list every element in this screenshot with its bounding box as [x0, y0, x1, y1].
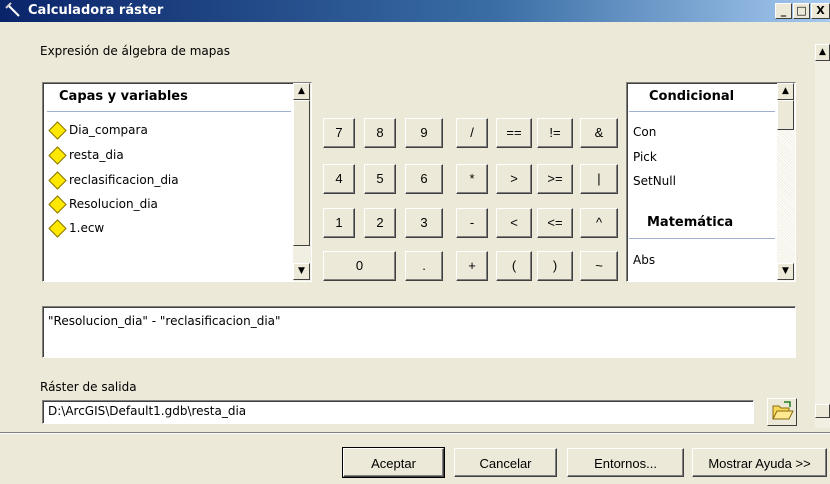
raster-layer-icon	[48, 121, 67, 140]
output-label: Ráster de salida	[40, 380, 137, 394]
list-item[interactable]: reclasificacion_dia	[48, 171, 249, 190]
close-button[interactable]: X	[811, 3, 830, 19]
math-divider	[629, 238, 775, 239]
scroll-up-icon[interactable]: ▲	[815, 44, 830, 61]
key-8[interactable]: 8	[364, 118, 396, 148]
key-plus[interactable]: +	[456, 251, 488, 281]
list-item[interactable]: Resolucion_dia	[48, 195, 249, 214]
layers-divider	[47, 111, 291, 112]
raster-layer-icon	[48, 146, 67, 165]
key-7[interactable]: 7	[323, 118, 355, 148]
cancel-button[interactable]: Cancelar	[454, 448, 557, 477]
key-equal[interactable]: ==	[496, 118, 532, 148]
expression-textarea[interactable]: "Resolucion_dia" - "reclasificacion_dia"	[42, 306, 796, 358]
functions-scroll-thumb[interactable]	[777, 100, 794, 130]
key-1[interactable]: 1	[323, 208, 355, 238]
key-greater-equal[interactable]: >=	[537, 164, 573, 194]
key-0[interactable]: 0	[323, 251, 396, 281]
scroll-down-icon[interactable]: ▼	[777, 263, 794, 280]
key-minus[interactable]: -	[456, 208, 488, 238]
list-item[interactable]: resta_dia	[48, 146, 249, 165]
functions-scrollbar[interactable]: ▲ ▼	[777, 83, 795, 281]
key-not[interactable]: ~	[580, 251, 618, 281]
key-3[interactable]: 3	[405, 208, 443, 238]
list-item[interactable]: SetNull	[633, 174, 676, 188]
layers-header: Capas y variables	[59, 89, 188, 104]
list-item[interactable]: 1.ecw	[48, 219, 249, 238]
conditional-header: Condicional	[649, 89, 735, 104]
scroll-down-icon[interactable]: ▼	[293, 263, 310, 280]
key-divide[interactable]: /	[456, 118, 488, 148]
window-title: Calculadora ráster	[28, 3, 164, 18]
key-and[interactable]: &	[580, 118, 618, 148]
key-decimal[interactable]: .	[405, 251, 443, 281]
key-2[interactable]: 2	[364, 208, 396, 238]
key-open-paren[interactable]: (	[496, 251, 532, 281]
show-help-button[interactable]: Mostrar Ayuda >>	[692, 448, 827, 477]
list-item[interactable]: Pick	[633, 150, 657, 164]
layers-scroll-thumb[interactable]	[293, 100, 310, 246]
layers-listbox[interactable]: Capas y variables Dia_compara resta_dia …	[42, 82, 312, 282]
accept-button[interactable]: Aceptar	[342, 447, 445, 478]
key-xor[interactable]: ^	[580, 208, 618, 238]
browse-folder-button[interactable]	[767, 398, 797, 426]
key-multiply[interactable]: *	[456, 164, 488, 194]
raster-layer-icon	[48, 195, 67, 214]
key-9[interactable]: 9	[405, 118, 443, 148]
conditional-divider	[629, 111, 775, 112]
expression-group-label: Expresión de álgebra de mapas	[40, 44, 231, 58]
list-item[interactable]: Con	[633, 125, 656, 139]
app-icon	[5, 2, 20, 17]
key-or[interactable]: |	[580, 164, 618, 194]
key-less-equal[interactable]: <=	[537, 208, 573, 238]
key-less[interactable]: <	[496, 208, 532, 238]
footer-separator	[0, 432, 830, 434]
maximize-button[interactable]: □	[793, 3, 810, 19]
functions-listbox[interactable]: Condicional Con Pick SetNull Matemática …	[626, 82, 796, 282]
key-greater[interactable]: >	[496, 164, 532, 194]
raster-layer-icon	[48, 171, 67, 190]
key-5[interactable]: 5	[364, 164, 396, 194]
key-4[interactable]: 4	[323, 164, 355, 194]
raster-layer-icon	[48, 219, 67, 238]
key-not-equal[interactable]: !=	[537, 118, 573, 148]
list-item[interactable]: Abs	[633, 253, 655, 267]
title-bar: Calculadora ráster _ □ X	[0, 0, 830, 22]
scroll-up-icon[interactable]: ▲	[777, 83, 794, 100]
dialog-scroll-thumb[interactable]	[815, 404, 830, 418]
key-6[interactable]: 6	[405, 164, 443, 194]
math-header: Matemática	[647, 215, 734, 230]
minimize-button[interactable]: _	[775, 3, 792, 19]
layers-scrollbar[interactable]: ▲ ▼	[293, 83, 311, 281]
environments-button[interactable]: Entornos...	[567, 448, 684, 477]
scroll-up-icon[interactable]: ▲	[293, 83, 310, 100]
open-folder-icon	[772, 401, 794, 420]
output-path-input[interactable]: D:\ArcGIS\Default1.gdb\resta_dia	[42, 400, 754, 424]
key-close-paren[interactable]: )	[537, 251, 573, 281]
dialog-scrollbar[interactable]: ▲	[815, 44, 830, 428]
